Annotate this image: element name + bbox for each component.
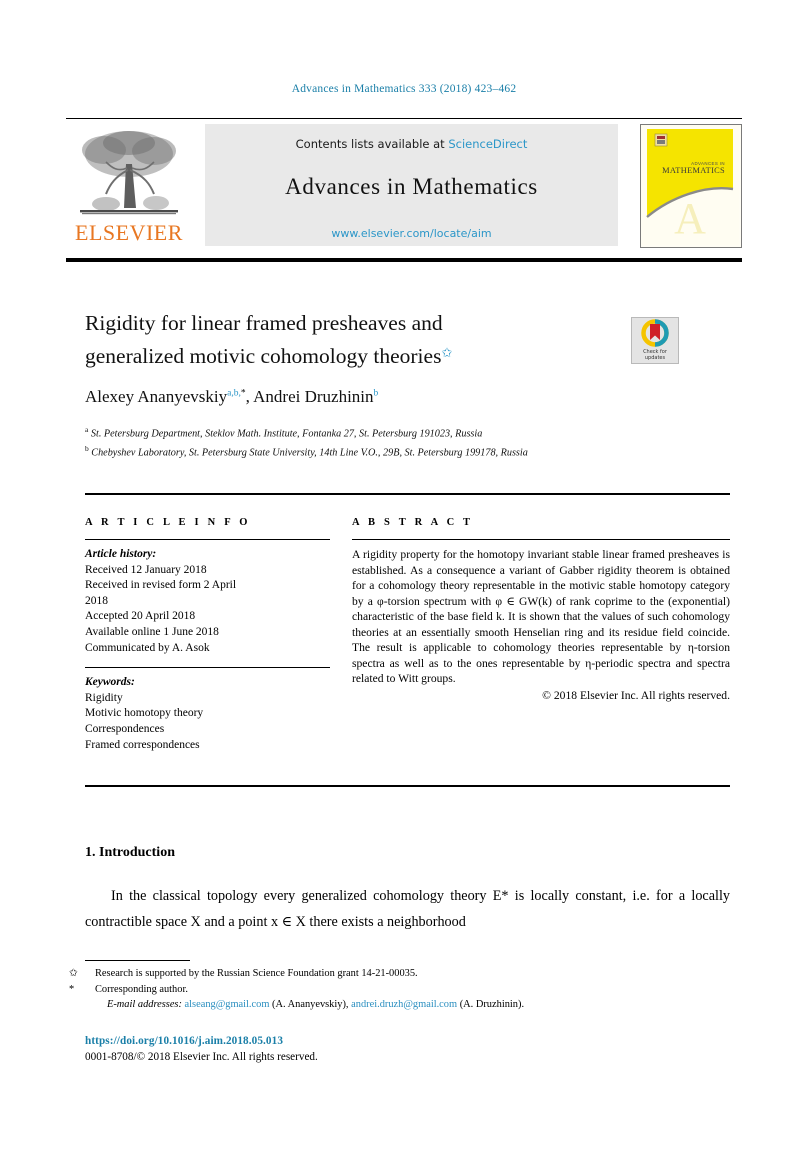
article-info-divider-1: [85, 539, 330, 540]
crossmark-badge[interactable]: Check for updates: [631, 317, 679, 364]
footnote-corresponding: * Corresponding author.: [69, 982, 730, 998]
info-top-rule: [85, 493, 730, 495]
abstract-text: A rigidity property for the homotopy inv…: [352, 548, 730, 685]
crossmark-label: Check for updates: [632, 349, 678, 361]
footnote-rule: [85, 960, 190, 961]
keyword-2: Motivic homotopy theory: [85, 707, 204, 720]
affiliation-a-mark: a: [85, 425, 89, 434]
section-heading-introduction: 1. Introduction: [85, 845, 175, 860]
email-link-1[interactable]: alseang@gmail.com: [185, 999, 270, 1010]
article-info-divider-2: [85, 667, 330, 669]
footnote-emails: E-mail addresses: alseang@gmail.com (A. …: [85, 997, 730, 1013]
affiliation-b: b Chebyshev Laboratory, St. Petersburg S…: [85, 442, 685, 461]
article-info-column: A R T I C L E I N F O Article history: R…: [85, 517, 330, 753]
keyword-3: Correspondences: [85, 722, 165, 735]
svg-text:MATHEMATICS: MATHEMATICS: [662, 166, 725, 175]
affiliation-a: a St. Petersburg Department, Steklov Mat…: [85, 423, 685, 442]
author-2-name: Andrei Druzhinin: [253, 387, 374, 406]
running-head: Advances in Mathematics 333 (2018) 423–4…: [291, 83, 517, 95]
history-revised: Received in revised form 2 April: [85, 579, 237, 592]
history-accepted: Accepted 20 April 2018: [85, 610, 196, 623]
page-title: Rigidity for linear framed presheaves an…: [85, 308, 555, 371]
article-history-label: Article history:: [85, 548, 157, 560]
article-info-heading: A R T I C L E I N F O: [85, 517, 251, 528]
author-1-name: Alexey Ananyevskiy: [85, 387, 228, 406]
footnote-star-mark: ✩: [69, 968, 78, 979]
elsevier-logo: ELSEVIER: [66, 124, 192, 246]
contents-prefix: Contents lists available at: [295, 137, 449, 151]
abstract-divider: [352, 539, 730, 540]
affiliation-b-mark: b: [85, 443, 89, 453]
keyword-1: Rigidity: [85, 691, 123, 704]
contents-available-line: Contents lists available at ScienceDirec…: [205, 137, 618, 151]
keywords-label: Keywords:: [85, 676, 135, 689]
footnote-block: ✩ Research is supported by the Russian Sc…: [69, 966, 730, 1013]
history-received: Received 12 January 2018: [85, 563, 207, 576]
footnote-funding: ✩ Research is supported by the Russian Sc…: [69, 966, 730, 982]
masthead-thick-rule: [66, 258, 742, 262]
footnote-corresponding-text: Corresponding author.: [95, 983, 188, 995]
title-line-2: generalized motivic cohomology theories: [85, 344, 442, 368]
title-line-1: Rigidity for linear framed presheaves an…: [85, 311, 443, 335]
journal-band: Contents lists available at ScienceDirec…: [205, 124, 618, 246]
abstract-copyright: © 2018 Elsevier Inc. All rights reserved…: [542, 688, 730, 702]
abstract-heading: A B S T R A C T: [352, 517, 474, 528]
footnote-asterisk-mark: *: [69, 983, 75, 995]
title-footnote-star-icon[interactable]: ✩: [441, 345, 452, 360]
imprint-block: https://doi.org/10.1016/j.aim.2018.05.01…: [85, 1034, 730, 1065]
introduction-paragraph: In the classical topology every generali…: [85, 888, 730, 930]
author-2-affil-marks[interactable]: b: [374, 388, 379, 398]
paper-page: Advances in Mathematics 333 (2018) 423–4…: [0, 0, 808, 1162]
affiliation-b-text: Chebyshev Laboratory, St. Petersburg Sta…: [91, 446, 528, 458]
issn-copyright-line: 0001-8708/© 2018 Elsevier Inc. All right…: [85, 1050, 318, 1063]
journal-cover-thumbnail: A ADVANCES IN MATHEMATICS: [640, 124, 742, 248]
svg-text:A: A: [674, 194, 706, 243]
email-1-author: (A. Ananyevskiy),: [272, 999, 349, 1010]
history-available-online: Available online 1 June 2018: [85, 625, 219, 638]
elsevier-wordmark: ELSEVIER: [75, 220, 183, 245]
footnote-funding-text: Research is supported by the Russian Sci…: [95, 968, 418, 979]
sciencedirect-link[interactable]: ScienceDirect: [448, 137, 527, 151]
crossmark-line-2: updates: [644, 355, 666, 361]
email-addresses-label: E-mail addresses:: [107, 999, 182, 1010]
crossmark-icon: [641, 319, 669, 347]
journal-url-link[interactable]: www.elsevier.com/locate/aim: [205, 227, 618, 240]
doi-link[interactable]: https://doi.org/10.1016/j.aim.2018.05.01…: [85, 1034, 730, 1050]
info-bottom-rule: [85, 785, 730, 787]
history-communicated-by: Communicated by A. Asok: [85, 641, 210, 654]
journal-title: Advances in Mathematics: [285, 174, 538, 199]
abstract-column: A B S T R A C T A rigidity property for …: [352, 517, 730, 702]
keyword-4: Framed correspondences: [85, 738, 200, 751]
keywords-block: Keywords: Rigidity Motivic homotopy theo…: [85, 675, 330, 753]
affiliation-a-text: St. Petersburg Department, Steklov Math.…: [90, 428, 483, 440]
email-2-author: (A. Druzhinin).: [459, 999, 525, 1010]
author-separator: ,: [245, 387, 254, 406]
journal-masthead: ELSEVIER Contents lists available at Sci…: [66, 118, 742, 248]
affiliation-list: a St. Petersburg Department, Steklov Mat…: [85, 423, 685, 460]
cover-art: A ADVANCES IN MATHEMATICS: [641, 125, 739, 245]
elsevier-tree-icon: [80, 131, 178, 215]
author-1-affil-marks[interactable]: a,b,: [227, 388, 241, 398]
history-revised-year: 2018: [85, 594, 108, 607]
author-list: Alexey Ananyevskiya,b,*, Andrei Druzhini…: [85, 387, 685, 407]
email-link-2[interactable]: andrei.druzh@gmail.com: [351, 999, 457, 1010]
